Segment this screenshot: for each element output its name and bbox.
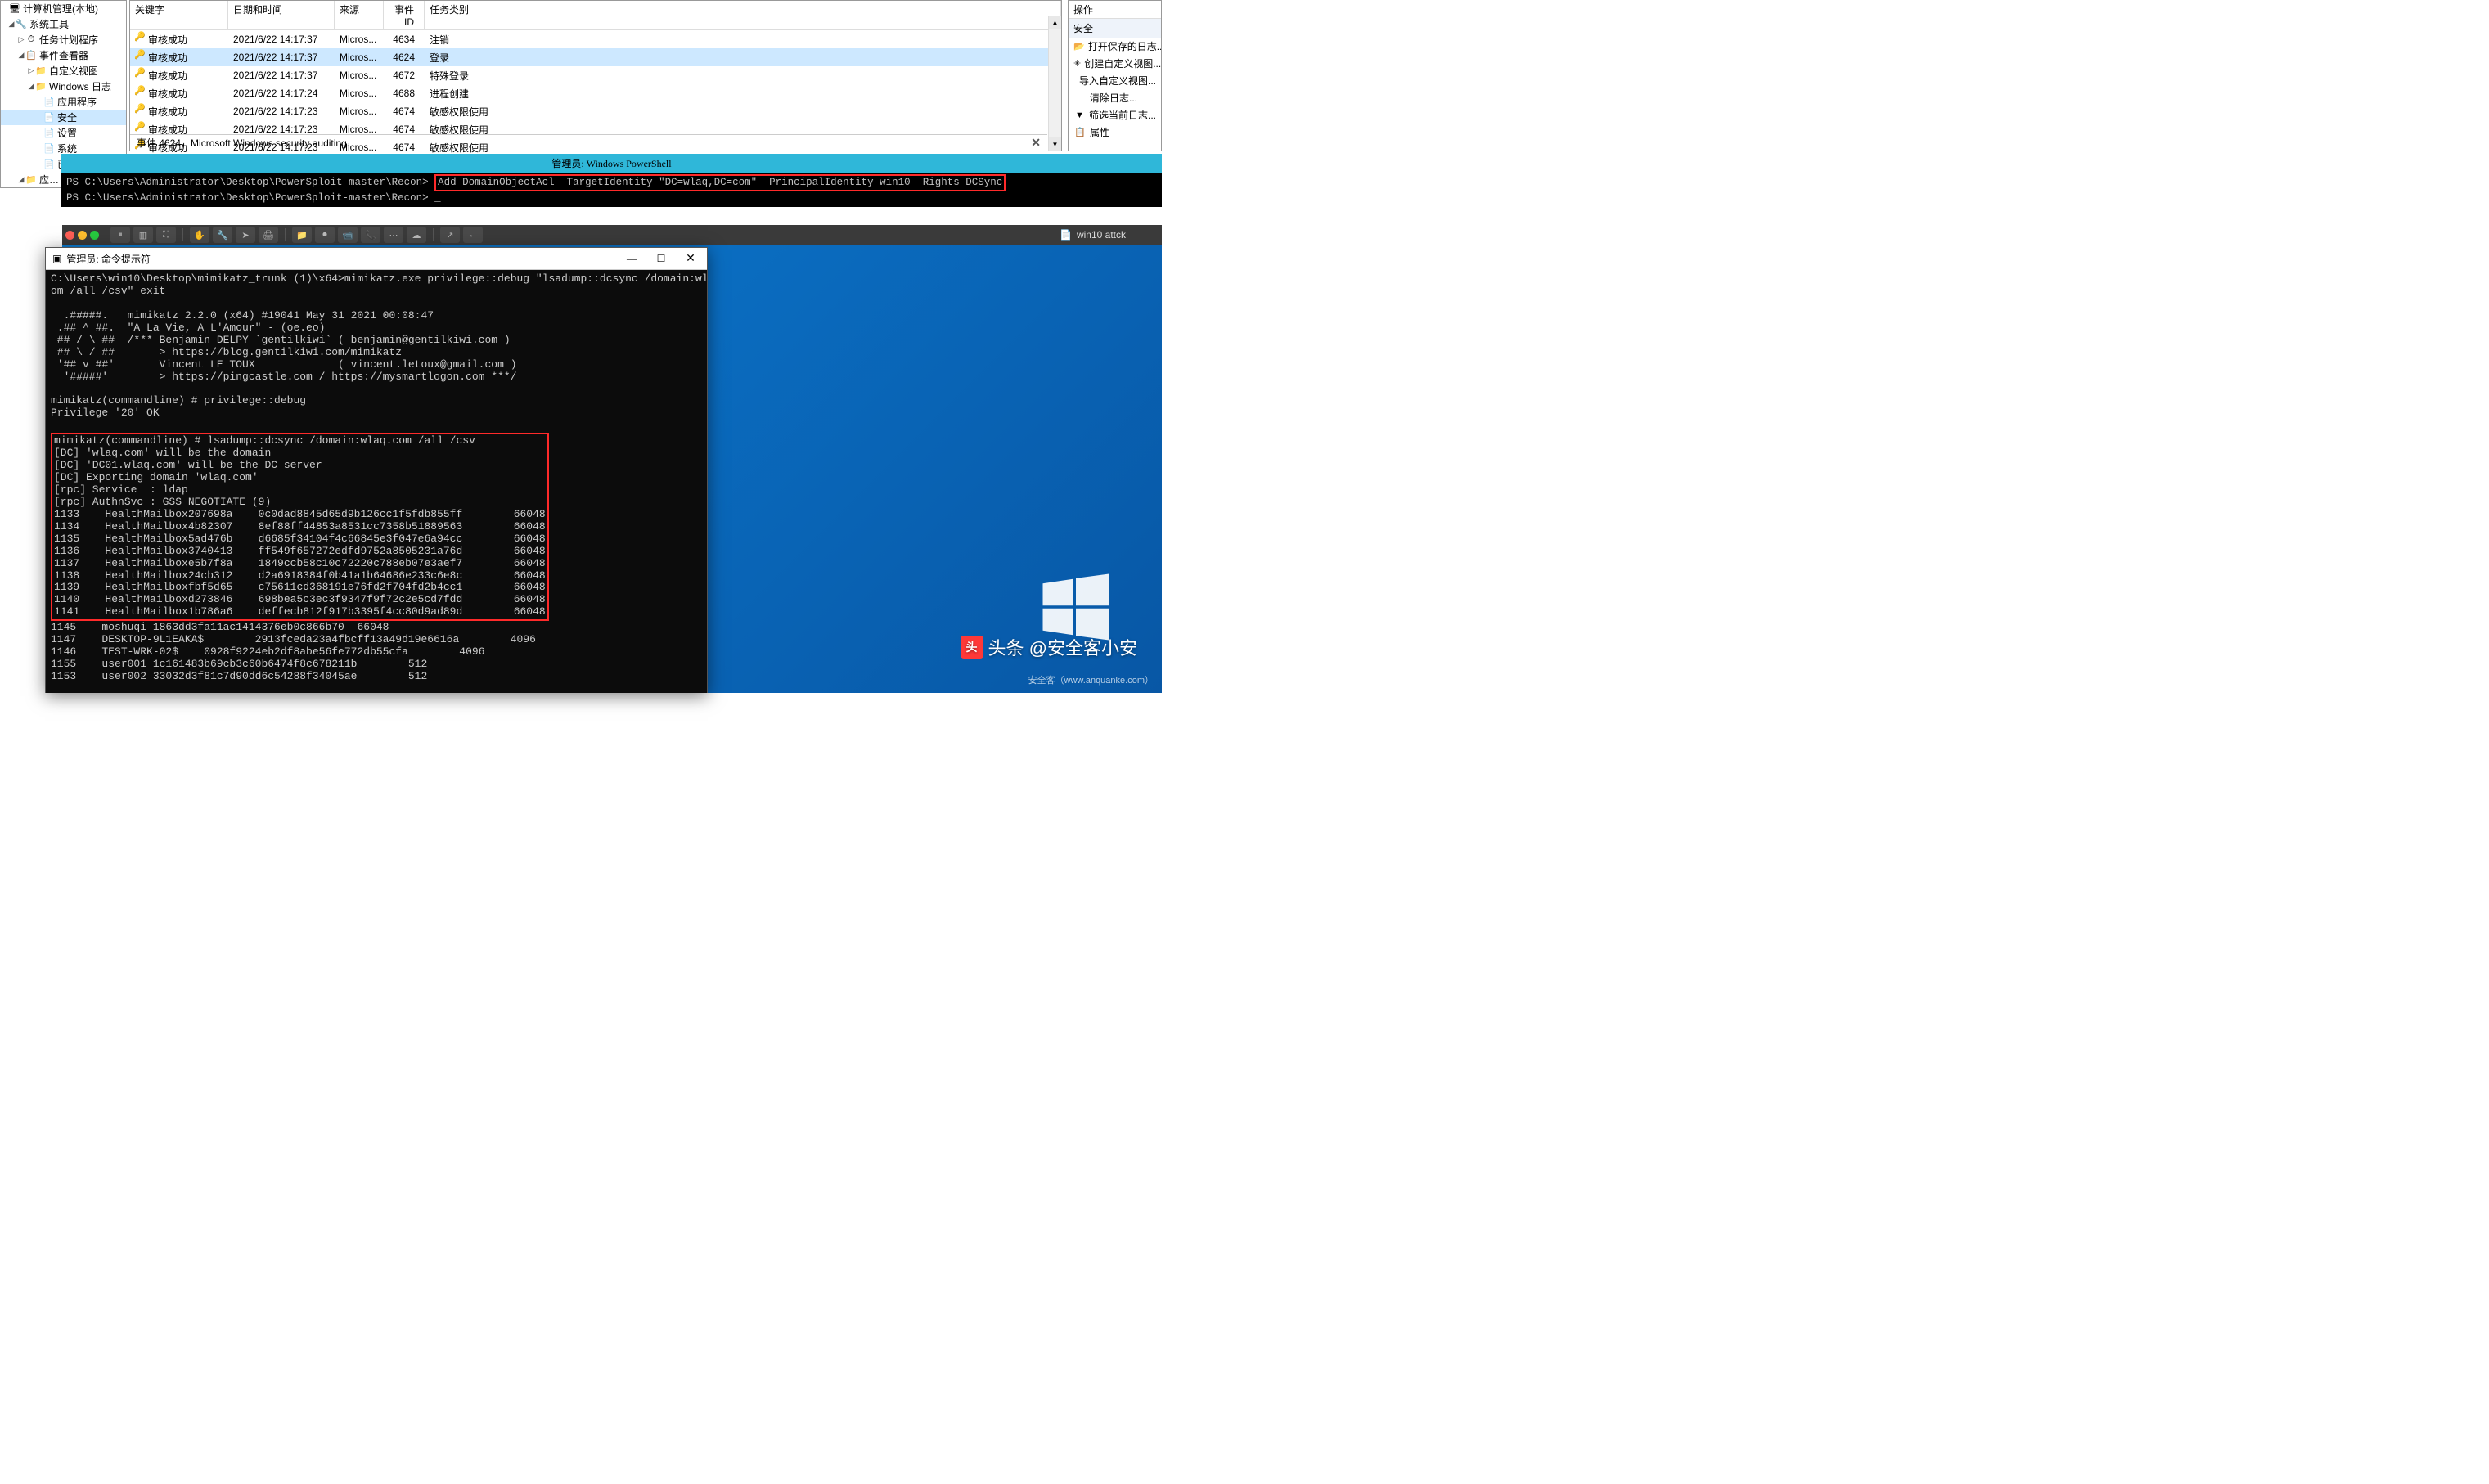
action-icon: 📋 [1073, 126, 1087, 139]
action-item[interactable]: ✳创建自定义视图... [1069, 55, 1161, 72]
ps-command-highlight: Add-DomainObjectAcl -TargetIdentity "DC=… [434, 174, 1006, 191]
rdp-share-icon[interactable]: ↗ [440, 227, 460, 243]
actions-header: 操作 [1069, 1, 1161, 19]
rdp-video-icon[interactable]: 📹 [338, 227, 358, 243]
tree-customviews[interactable]: ▷📁自定义视图 [1, 63, 126, 79]
rdp-stack-icon[interactable]: ▥ [133, 227, 153, 243]
cmd-window: ▣ 管理员: 命令提示符 — ☐ ✕ C:\Users\win10\Deskto… [45, 247, 708, 693]
key-icon [135, 50, 146, 61]
cmd-body[interactable]: C:\Users\win10\Desktop\mimikatz_trunk (1… [46, 270, 707, 693]
dcsync-highlight: mimikatz(commandline) # lsadump::dcsync … [51, 433, 549, 621]
powershell-window: 管理员: Windows PowerShell PS C:\Users\Admi… [61, 154, 1162, 223]
table-row[interactable]: 审核成功2021/6/22 14:17:37Micros...4634注销 [130, 30, 1061, 48]
watermark: 安全客（www.anquanke.com） [1028, 673, 1154, 686]
actions-panel: 操作 安全 📂打开保存的日志...✳创建自定义视图...导入自定义视图...清除… [1068, 0, 1162, 151]
rdp-rec-icon[interactable]: ⏺ [315, 227, 335, 243]
tree-systools[interactable]: ◢🔧系统工具 [1, 16, 126, 32]
action-item[interactable]: 清除日志... [1069, 89, 1161, 106]
rdp-pointer-icon[interactable]: ➤ [236, 227, 255, 243]
ps-cursor: _ [434, 192, 441, 204]
toutiao-watermark: 头 头条 @安全客小安 [961, 634, 1137, 660]
action-item[interactable]: 导入自定义视图... [1069, 72, 1161, 89]
event-scrollbar[interactable] [1048, 16, 1061, 151]
rdp-toolbar: ⏸ ▥ ⛶ ✋ 🔧 ➤ 🖨 📁 ⏺ 📹 📞 ⋯ ☁ ↗ ← 📄win10 att… [62, 225, 1162, 245]
tree-winlogs[interactable]: ◢📁Windows 日志 [1, 79, 126, 94]
tree-eventviewer[interactable]: ◢📋事件查看器 [1, 47, 126, 63]
status-text: 事件 4624，Microsoft Windows security audit… [137, 136, 349, 150]
rdp-back-icon[interactable]: ← [463, 227, 483, 243]
ps-prompt: PS C:\Users\Administrator\Desktop\PowerS… [66, 177, 429, 188]
tree-security[interactable]: 📄安全 [1, 110, 126, 125]
cmd-title-text: 管理员: 命令提示符 [66, 252, 151, 266]
traffic-max-icon[interactable] [90, 231, 99, 240]
maximize-button[interactable]: ☐ [646, 250, 676, 268]
minimize-button[interactable]: — [617, 250, 646, 268]
tree-app[interactable]: 📄应用程序 [1, 94, 126, 110]
action-icon: ▼ [1073, 109, 1086, 122]
action-icon [1073, 74, 1076, 88]
action-icon: 📂 [1073, 40, 1085, 53]
col-datetime[interactable]: 日期和时间 [228, 1, 335, 29]
actions-sub: 安全 [1069, 19, 1161, 38]
action-item[interactable]: ▼筛选当前日志... [1069, 106, 1161, 124]
traffic-min-icon[interactable] [78, 231, 87, 240]
status-bar: 事件 4624，Microsoft Windows security audit… [130, 134, 1047, 151]
action-item[interactable]: 📋属性 [1069, 124, 1161, 141]
traffic-close-icon[interactable] [65, 231, 74, 240]
tree-root[interactable]: 🖥计算机管理(本地) [1, 1, 126, 16]
windows-logo-icon [1039, 570, 1113, 644]
key-icon [135, 104, 146, 115]
col-source[interactable]: 来源 [335, 1, 384, 29]
key-icon [135, 122, 146, 133]
ps-body[interactable]: PS C:\Users\Administrator\Desktop\PowerS… [61, 173, 1162, 207]
table-row[interactable]: 审核成功2021/6/22 14:17:23Micros...4674敏感权限使… [130, 102, 1061, 120]
toutiao-text: 头条 @安全客小安 [988, 634, 1137, 660]
key-icon [135, 68, 146, 79]
rdp-phone-icon[interactable]: 📞 [361, 227, 380, 243]
tree-setup[interactable]: 📄设置 [1, 125, 126, 141]
cmd-icon: ▣ [52, 253, 61, 264]
table-row[interactable]: 审核成功2021/6/22 14:17:37Micros...4672特殊登录 [130, 66, 1061, 84]
ps-prompt2: PS C:\Users\Administrator\Desktop\PowerS… [66, 192, 429, 204]
status-close-icon[interactable]: ✕ [1031, 136, 1041, 150]
table-row[interactable]: 审核成功2021/6/22 14:17:37Micros...4624登录 [130, 48, 1061, 66]
event-panel: 关键字 日期和时间 来源 事件 ID 任务类别 审核成功2021/6/22 14… [129, 0, 1062, 151]
action-icon [1073, 92, 1087, 105]
ps-title: 管理员: Windows PowerShell [61, 154, 1162, 173]
rdp-pause-icon[interactable]: ⏸ [110, 227, 130, 243]
col-category[interactable]: 任务类别 [425, 1, 1061, 29]
close-button[interactable]: ✕ [676, 250, 705, 268]
toutiao-icon: 头 [961, 636, 983, 659]
rdp-wrench-icon[interactable]: 🔧 [213, 227, 232, 243]
action-icon: ✳ [1073, 57, 1081, 70]
rdp-hand-icon[interactable]: ✋ [190, 227, 209, 243]
key-icon [135, 32, 146, 43]
col-eventid[interactable]: 事件 ID [384, 1, 425, 29]
action-item[interactable]: 📂打开保存的日志... [1069, 38, 1161, 55]
tree-tasksched[interactable]: ▷⏱任务计划程序 [1, 32, 126, 47]
cmd-titlebar[interactable]: ▣ 管理员: 命令提示符 — ☐ ✕ [46, 248, 707, 270]
event-header: 关键字 日期和时间 来源 事件 ID 任务类别 [130, 1, 1061, 30]
rdp-title: 📄win10 attck [486, 229, 1159, 241]
key-icon [135, 86, 146, 97]
rdp-ellipsis-icon[interactable]: ⋯ [384, 227, 403, 243]
rdp-folder-icon[interactable]: 📁 [292, 227, 312, 243]
rdp-print-icon[interactable]: 🖨 [259, 227, 278, 243]
rdp-fullscreen-icon[interactable]: ⛶ [156, 227, 176, 243]
rdp-cloud-icon[interactable]: ☁ [407, 227, 426, 243]
col-keyword[interactable]: 关键字 [130, 1, 228, 29]
table-row[interactable]: 审核成功2021/6/22 14:17:24Micros...4688进程创建 [130, 84, 1061, 102]
